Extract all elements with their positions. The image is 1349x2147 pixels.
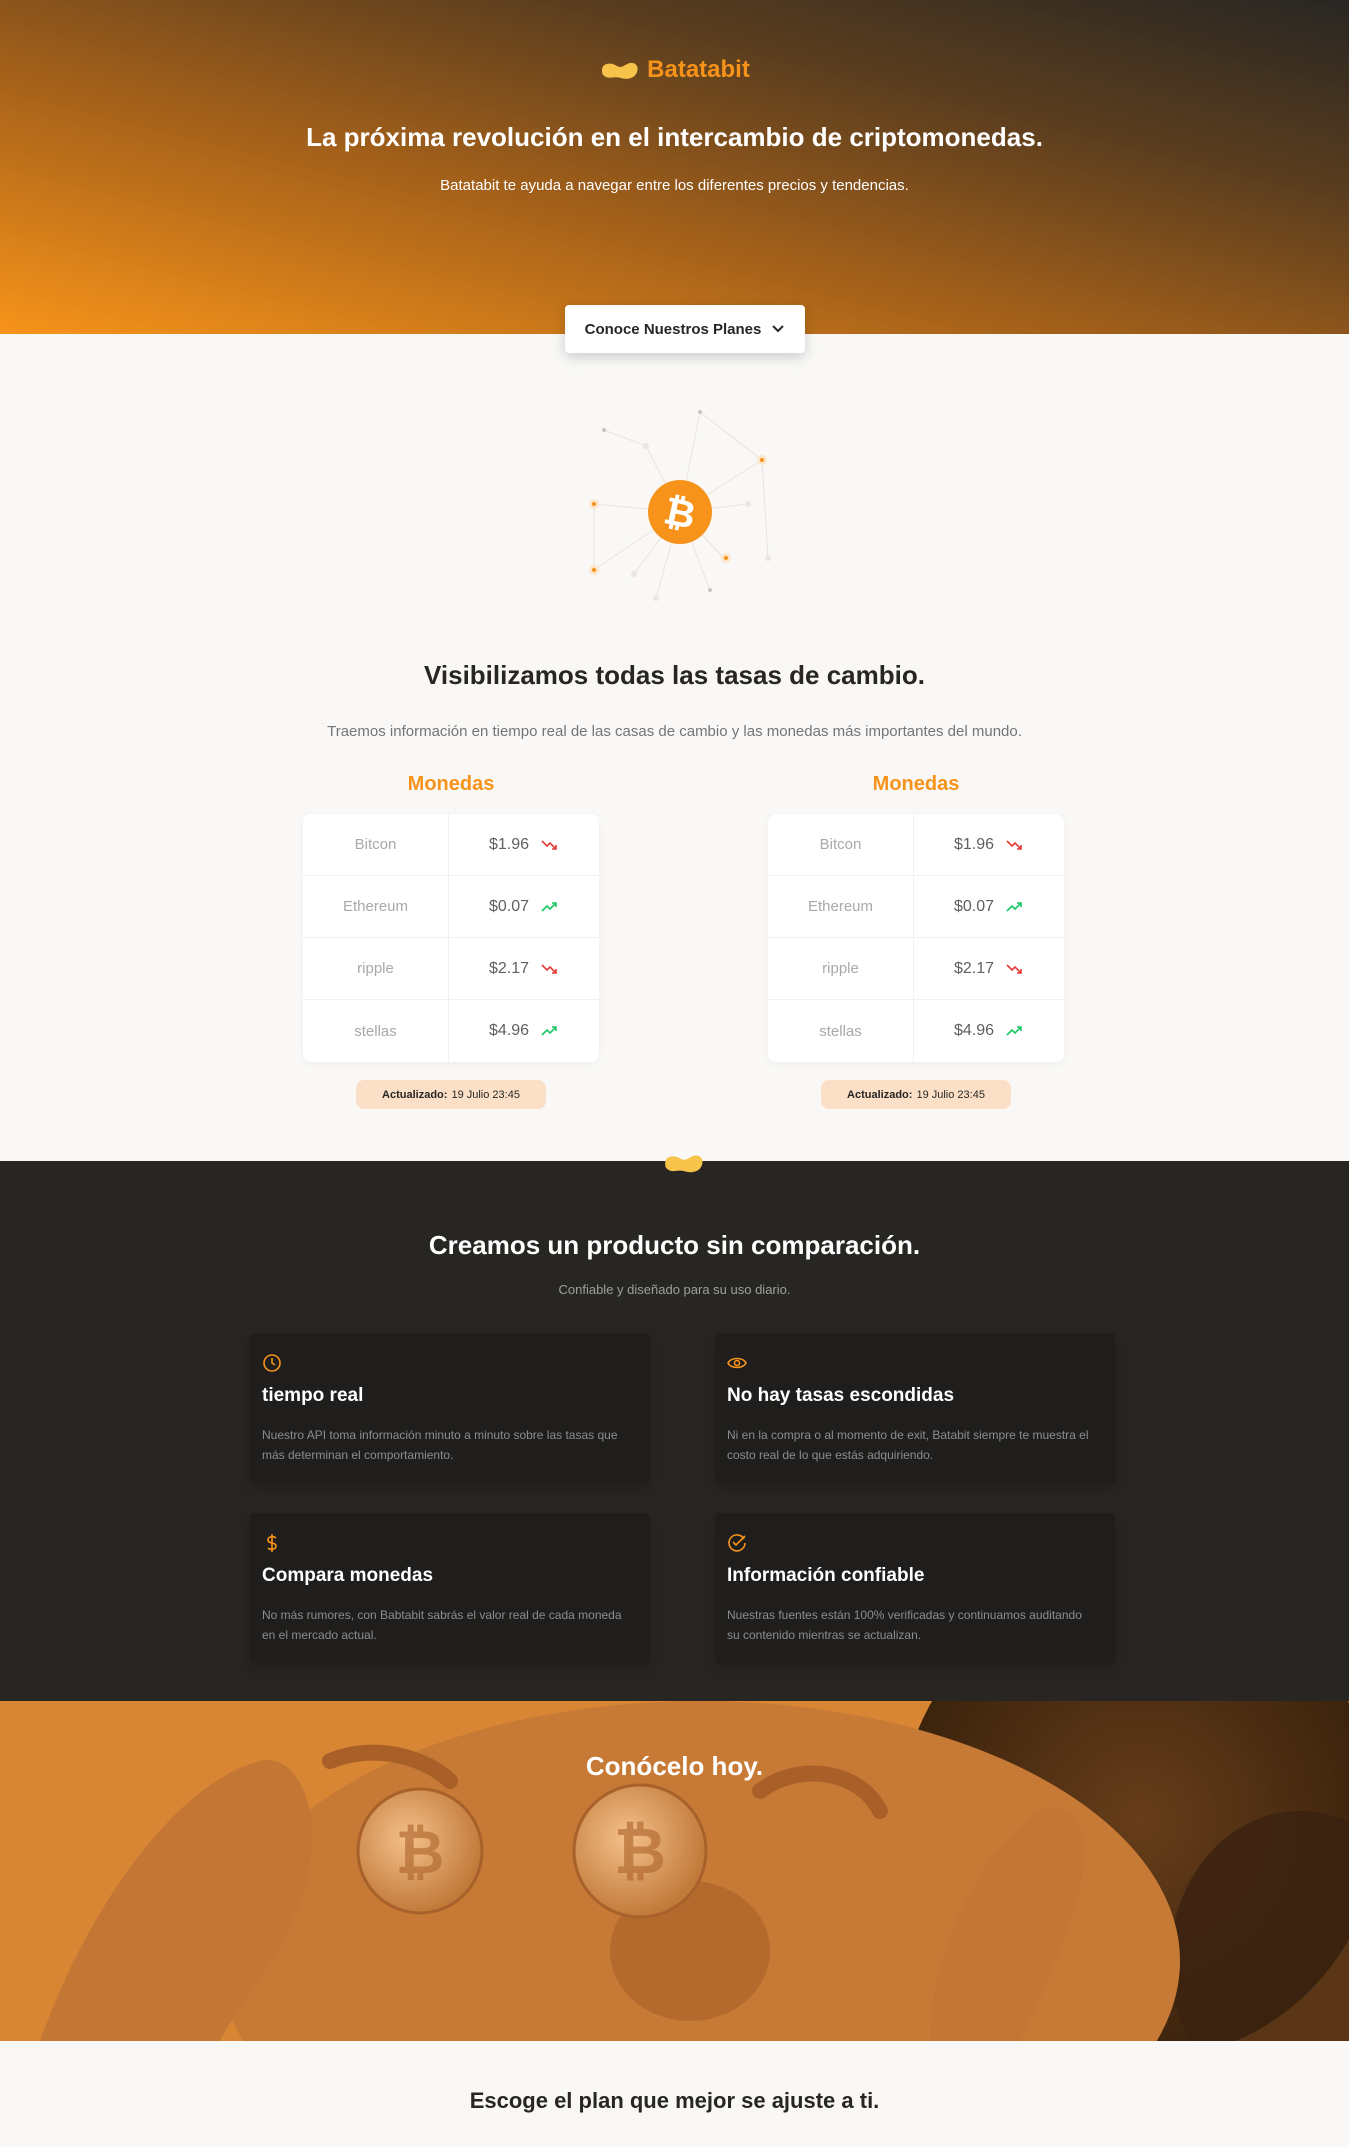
rates-subtitle: Traemos información en tiempo real de la…	[327, 723, 1022, 740]
trend-up-icon	[541, 901, 557, 912]
cta-title: Conócelo hoy.	[585, 1751, 764, 1781]
trend-down-icon	[1006, 963, 1022, 974]
currency-price-cell: $0.07	[449, 876, 599, 937]
trend-down-icon	[1006, 839, 1022, 850]
currency-name: ripple	[768, 938, 914, 999]
currency-price-cell: $1.96	[914, 814, 1064, 875]
brand-name: Batatabit	[647, 56, 750, 83]
trend-down-icon	[541, 839, 557, 850]
table-row: stellas $4.96	[768, 1000, 1064, 1062]
table-row: Ethereum $0.07	[768, 876, 1064, 938]
chevron-down-icon	[772, 325, 785, 333]
rates-table: Bitcon $1.96 Ethereum $0.07 ripple $2.17…	[303, 814, 599, 1062]
currency-name: stellas	[768, 1000, 914, 1062]
feature-card: tiempo real Nuestro API toma información…	[250, 1333, 650, 1483]
plans-button[interactable]: Conoce Nuestros Planes	[565, 305, 805, 353]
product-subtitle: Confiable y diseñado para su uso diario.	[558, 1282, 791, 1297]
currency-price-cell: $0.07	[914, 876, 1064, 937]
currency-price: $4.96	[953, 1022, 995, 1039]
hero-section: Batatabit La próxima revolución en el in…	[0, 0, 1349, 334]
feature-title: Información confiable	[727, 1565, 925, 1586]
feature-text: Ni en la compra o al momento de exit, Ba…	[727, 1428, 1089, 1462]
trend-down-icon	[541, 963, 557, 974]
hero-title: La próxima revolución en el intercambio …	[306, 122, 1043, 152]
currency-price-cell: $2.17	[449, 938, 599, 999]
feature-title: tiempo real	[262, 1385, 364, 1406]
table-row: Bitcon $1.96	[303, 814, 599, 876]
batatabit-logo-icon	[665, 1155, 703, 1173]
rates-table-block: Monedas Bitcon $1.96 Ethereum $0.07 ripp…	[768, 770, 1064, 1109]
currency-price: $1.96	[953, 835, 995, 853]
rates-title: Visibilizamos todas las tasas de cambio.	[424, 660, 925, 690]
svg-text:₿: ₿	[614, 1815, 666, 1889]
currency-price: $2.17	[953, 959, 995, 977]
feature-card: Información confiable Nuestras fuentes e…	[715, 1513, 1115, 1663]
cta-photo-section: ₿ ₿ Conócelo hoy.	[0, 1701, 1349, 2041]
bitcoin-network-illustration: ₿	[589, 410, 771, 601]
updated-label: Actualizado:	[382, 1088, 448, 1101]
currency-price-cell: $1.96	[449, 814, 599, 875]
currency-name: Bitcon	[768, 814, 914, 875]
plans-title: Escoge el plan que mejor se ajuste a ti.	[469, 2088, 880, 2113]
table-row: ripple $2.17	[303, 938, 599, 1000]
currency-price: $0.07	[488, 897, 530, 915]
feature-title: No hay tasas escondidas	[727, 1385, 955, 1406]
currency-name: Bitcon	[303, 814, 449, 875]
updated-value: 19 Julio 23:45	[916, 1088, 985, 1101]
table-caption: Monedas	[407, 773, 495, 795]
table-caption: Monedas	[872, 773, 960, 795]
clock-icon	[263, 1354, 281, 1372]
trend-up-icon	[1006, 1026, 1022, 1036]
feature-text: No más rumores, con Babtabit sabrás el v…	[262, 1608, 622, 1642]
product-title: Creamos un producto sin comparación.	[428, 1230, 921, 1260]
batatabit-logo-icon	[602, 62, 638, 79]
table-row: Ethereum $0.07	[303, 876, 599, 938]
table-row: Bitcon $1.96	[768, 814, 1064, 876]
updated-badge: Actualizado: 19 Julio 23:45	[356, 1080, 546, 1109]
svg-text:₿: ₿	[396, 1818, 445, 1888]
updated-badge: Actualizado: 19 Julio 23:45	[821, 1080, 1011, 1109]
currency-price: $4.96	[488, 1022, 530, 1039]
currency-price-cell: $4.96	[449, 1000, 599, 1062]
feature-card: Compara monedas No más rumores, con Babt…	[250, 1513, 650, 1663]
brand[interactable]: Batatabit	[0, 56, 1349, 84]
rates-table-block: Monedas Bitcon $1.96 Ethereum $0.07 ripp…	[303, 770, 599, 1109]
trend-up-icon	[1006, 901, 1022, 912]
feature-card: No hay tasas escondidas Ni en la compra …	[715, 1333, 1115, 1483]
currency-name: stellas	[303, 1000, 449, 1062]
currency-name: Ethereum	[303, 876, 449, 937]
table-row: ripple $2.17	[768, 938, 1064, 1000]
currency-name: Ethereum	[768, 876, 914, 937]
currency-price: $0.07	[953, 897, 995, 915]
check-circle-icon	[728, 1534, 746, 1552]
updated-value: 19 Julio 23:45	[451, 1088, 520, 1101]
currency-name: ripple	[303, 938, 449, 999]
updated-label: Actualizado:	[847, 1088, 913, 1101]
eye-icon	[727, 1357, 747, 1369]
feature-text: Nuestras fuentes están 100% verificadas …	[727, 1608, 1082, 1642]
feature-text: Nuestro API toma información minuto a mi…	[262, 1428, 618, 1462]
hero-subtitle: Batatabit te ayuda a navegar entre los d…	[440, 177, 909, 194]
currency-price: $1.96	[488, 835, 530, 853]
feature-title: Compara monedas	[262, 1565, 434, 1586]
currency-price-cell: $4.96	[914, 1000, 1064, 1062]
currency-price: $2.17	[488, 959, 530, 977]
table-row: stellas $4.96	[303, 1000, 599, 1062]
trend-up-icon	[541, 1026, 557, 1036]
rates-table: Bitcon $1.96 Ethereum $0.07 ripple $2.17…	[768, 814, 1064, 1062]
plans-button-label: Conoce Nuestros Planes	[584, 320, 762, 338]
currency-price-cell: $2.17	[914, 938, 1064, 999]
dollar-icon	[267, 1534, 277, 1552]
